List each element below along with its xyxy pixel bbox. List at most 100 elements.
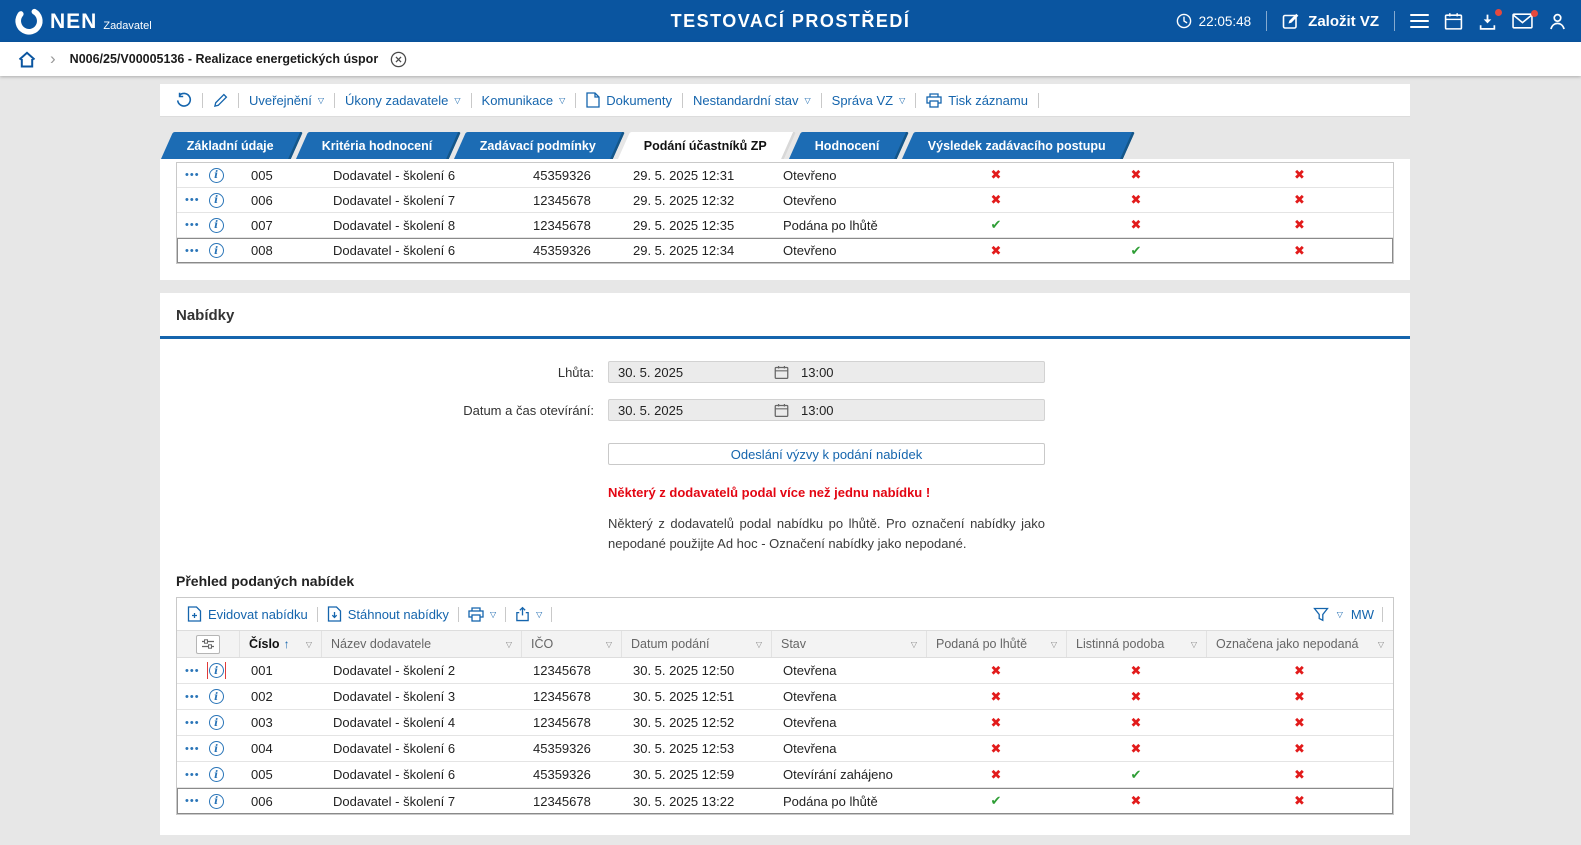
download-offers-icon: [327, 606, 342, 622]
menu-uverejneni[interactable]: Uveřejnění ▽: [249, 93, 324, 108]
info-icon[interactable]: i: [208, 688, 225, 705]
row-menu-icon[interactable]: •••: [185, 219, 200, 231]
downloads-icon[interactable]: [1478, 8, 1502, 31]
info-icon[interactable]: i: [208, 192, 225, 209]
deadline-field[interactable]: 30. 5. 2025 13:00: [608, 361, 1045, 383]
send-invite-button[interactable]: Odeslání výzvy k podání nabídek: [608, 443, 1045, 465]
messages-icon[interactable]: [1512, 10, 1538, 29]
create-vz-button[interactable]: Založit VZ: [1282, 12, 1379, 30]
column-header-late[interactable]: Podaná po lhůtě ▽: [926, 631, 1066, 657]
cell-date-submitted: 30. 5. 2025 12:53: [633, 741, 735, 756]
user-icon[interactable]: [1548, 12, 1567, 31]
row-menu-icon[interactable]: •••: [185, 245, 200, 257]
info-icon[interactable]: i: [208, 740, 225, 757]
tab-pod-n-astn-k-zp[interactable]: Podání účastníků ZP: [618, 132, 797, 159]
filter-dropdown-icon[interactable]: ▽: [506, 640, 512, 649]
opening-field[interactable]: 30. 5. 2025 13:00: [608, 399, 1045, 421]
calendar-icon[interactable]: [1444, 12, 1463, 31]
register-offer-button[interactable]: Evidovat nabídku: [187, 606, 308, 622]
home-icon[interactable]: [18, 50, 36, 68]
sort-asc-icon: ↑: [283, 637, 290, 651]
filter-dropdown-icon[interactable]: ▽: [306, 640, 312, 649]
edit-icon[interactable]: [213, 93, 228, 108]
info-icon[interactable]: i: [208, 167, 225, 184]
app-logo[interactable]: NEN Zadavatel: [14, 6, 152, 36]
deadline-time-value[interactable]: 13:00: [789, 365, 834, 380]
divider: [505, 606, 507, 622]
offers-form: Lhůta: 30. 5. 2025 13:00 Datum a čas ote…: [176, 361, 1394, 553]
table-row[interactable]: ••• i 003 Dodavatel - školení 4 12345678 30. …: [177, 710, 1393, 736]
table-row[interactable]: ••• i 005 Dodavatel - školení 6 45359326 30. …: [177, 762, 1393, 788]
column-header-number[interactable]: Číslo ↑ ▽: [239, 631, 321, 657]
filter-dropdown-icon[interactable]: ▽: [1378, 640, 1384, 649]
offers-table: Evidovat nabídku Stáhnout nabídky ▽ ▽ ▽ …: [176, 597, 1394, 815]
menu-dokumenty[interactable]: Dokumenty: [586, 92, 672, 108]
info-icon[interactable]: i: [206, 662, 226, 679]
table-row[interactable]: ••• i 001 Dodavatel - školení 2 12345678 30. …: [177, 658, 1393, 684]
cell-marked-not-submitted: ✖: [1206, 689, 1393, 705]
filter-dropdown-icon[interactable]: ▽: [1191, 640, 1197, 649]
row-menu-icon[interactable]: •••: [185, 769, 200, 781]
filter-dropdown-icon[interactable]: ▽: [756, 640, 762, 649]
table-row[interactable]: ••• i 007 Dodavatel - školení 8 12345678 29. …: [177, 213, 1393, 238]
info-icon[interactable]: i: [208, 714, 225, 731]
column-header-ico[interactable]: IČO ▽: [521, 631, 621, 657]
calendar-icon[interactable]: [774, 365, 789, 380]
close-tab-icon[interactable]: [390, 51, 407, 68]
menu-icon[interactable]: [1410, 13, 1429, 29]
row-menu-icon[interactable]: •••: [185, 743, 200, 755]
tab-v-sledek-zad-vac-ho-postupu[interactable]: Výsledek zadávacího postupu: [901, 132, 1135, 159]
menu-nestandardni-stav[interactable]: Nestandardní stav ▽: [693, 93, 811, 108]
dropdown-icon: ▽: [804, 95, 811, 105]
opening-time-value[interactable]: 13:00: [789, 403, 834, 418]
tab-z-kladn-daje[interactable]: Základní údaje: [160, 132, 303, 159]
row-menu-icon[interactable]: •••: [185, 194, 200, 206]
filter-dropdown-icon[interactable]: ▽: [911, 640, 917, 649]
row-menu-icon[interactable]: •••: [185, 795, 200, 807]
row-menu-icon[interactable]: •••: [185, 169, 200, 181]
table-row[interactable]: ••• i 008 Dodavatel - školení 6 45359326 29. …: [177, 238, 1393, 263]
breadcrumb-item[interactable]: N006/25/V00005136 - Realizace energetick…: [70, 52, 379, 66]
menu-komunikace[interactable]: Komunikace ▽: [482, 93, 566, 108]
column-header-status[interactable]: Stav ▽: [771, 631, 926, 657]
cell-date-submitted: 30. 5. 2025 12:50: [633, 663, 735, 678]
tab-krit-ria-hodnocen-[interactable]: Kritéria hodnocení: [295, 132, 462, 159]
column-header-not-submitted[interactable]: Označena jako nepodaná ▽: [1206, 631, 1393, 657]
column-header-paper[interactable]: Listinná podoba ▽: [1066, 631, 1206, 657]
opening-date-value[interactable]: 30. 5. 2025: [609, 403, 774, 418]
filter-dropdown-icon[interactable]: ▽: [606, 640, 612, 649]
calendar-icon[interactable]: [774, 403, 789, 418]
column-settings-icon[interactable]: [196, 634, 220, 654]
table-row[interactable]: ••• i 004 Dodavatel - školení 6 45359326 30. …: [177, 736, 1393, 762]
row-actions: ••• i: [177, 167, 239, 184]
info-icon[interactable]: i: [208, 217, 225, 234]
tab-zad-vac-podm-nky[interactable]: Zadávací podmínky: [454, 132, 626, 159]
tab-hodnocen-[interactable]: Hodnocení: [789, 132, 909, 159]
menu-ukony-zadavatele[interactable]: Úkony zadavatele ▽: [345, 93, 461, 108]
row-menu-icon[interactable]: •••: [185, 665, 200, 677]
table-row[interactable]: ••• i 002 Dodavatel - školení 3 12345678 30. …: [177, 684, 1393, 710]
download-offers-button[interactable]: Stáhnout nabídky: [327, 606, 449, 622]
export-button[interactable]: ▽: [515, 606, 542, 622]
filter-dropdown-icon[interactable]: ▽: [1051, 640, 1057, 649]
column-header-submitted[interactable]: Datum podání ▽: [621, 631, 771, 657]
deadline-date-value[interactable]: 30. 5. 2025: [609, 365, 774, 380]
menu-sprava-vz[interactable]: Správa VZ ▽: [832, 93, 906, 108]
table-row[interactable]: ••• i 006 Dodavatel - školení 7 12345678 29. …: [177, 188, 1393, 213]
view-dropdown-icon[interactable]: ▽: [1337, 610, 1343, 619]
table-row[interactable]: ••• i 006 Dodavatel - školení 7 12345678 30. …: [177, 788, 1393, 814]
view-name[interactable]: MW: [1351, 607, 1374, 622]
row-menu-icon[interactable]: •••: [185, 691, 200, 703]
column-settings-cell: [177, 631, 239, 657]
row-menu-icon[interactable]: •••: [185, 717, 200, 729]
column-header-supplier[interactable]: Název dodavatele ▽: [321, 631, 521, 657]
history-icon[interactable]: [176, 92, 192, 108]
info-icon[interactable]: i: [208, 793, 225, 810]
tab-content-top: ••• i 005 Dodavatel - školení 6 45359326 29. …: [160, 159, 1410, 280]
print-table-button[interactable]: ▽: [468, 606, 496, 622]
filter-icon[interactable]: [1312, 607, 1329, 622]
print-record-button[interactable]: Tisk záznamu: [926, 93, 1028, 108]
info-icon[interactable]: i: [208, 242, 225, 259]
table-row[interactable]: ••• i 005 Dodavatel - školení 6 45359326 29. …: [177, 163, 1393, 188]
info-icon[interactable]: i: [208, 766, 225, 783]
